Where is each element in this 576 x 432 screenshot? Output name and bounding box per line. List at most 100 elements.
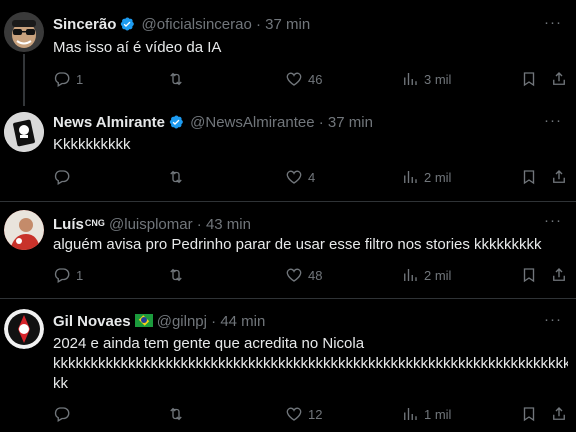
heart-icon [286, 72, 302, 86]
like-button[interactable]: 12 [285, 405, 322, 423]
like-button[interactable]: 46 [285, 70, 322, 88]
views-button[interactable]: 3 mil [401, 70, 451, 88]
views-button[interactable]: 2 mil [401, 266, 451, 284]
author-handle[interactable]: @NewsAlmirantee [190, 114, 314, 131]
retweet-icon [170, 72, 182, 86]
reply-button[interactable]: 1 [53, 70, 83, 88]
heart-icon [286, 170, 302, 184]
tweet-time[interactable]: · 44 min [211, 313, 265, 330]
verified-badge-icon [121, 17, 135, 31]
brazil-flag-icon [134, 314, 153, 327]
avatar-skull-icon [4, 112, 44, 152]
tweet-news-almirante[interactable]: News Almirante @NewsAlmirantee · 37 min … [0, 100, 576, 201]
reply-icon [54, 170, 70, 185]
like-count: 12 [308, 406, 323, 422]
like-count: 46 [308, 71, 323, 87]
views-count: 2 mil [424, 267, 452, 283]
like-button[interactable]: 4 [285, 168, 315, 186]
retweet-icon [170, 407, 182, 421]
tweet-actions: 1 48 2 mil [53, 266, 568, 286]
author-handle[interactable]: @luisplomar [109, 216, 193, 233]
more-options-button[interactable]: ··· [544, 311, 562, 328]
reply-icon [54, 407, 70, 422]
heart-icon [286, 407, 302, 421]
avatar[interactable] [4, 112, 44, 152]
reply-button[interactable]: 1 [53, 266, 83, 284]
retweet-icon [170, 170, 182, 184]
avatar-photo-icon [4, 210, 44, 250]
reply-count: 1 [76, 267, 84, 283]
views-chart-icon [404, 408, 417, 420]
tweet-text: Kkkkkkkkkk [53, 136, 131, 153]
avatar-logo-icon [4, 309, 44, 349]
tweet-text: 2024 e ainda tem gente que acredita no N… [53, 334, 568, 394]
views-count: 3 mil [424, 71, 452, 87]
tweet-time[interactable]: · 37 min [319, 114, 373, 131]
thread-line [23, 54, 25, 106]
author-name[interactable]: Gil Novaes [53, 313, 131, 330]
author-name[interactable]: Luís [53, 216, 84, 233]
bookmark-icon [523, 268, 535, 283]
retweet-icon [170, 268, 182, 282]
author-name[interactable]: News Almirante [53, 114, 165, 131]
avatar[interactable] [4, 309, 44, 349]
retweet-button[interactable] [167, 168, 190, 186]
retweet-button[interactable] [167, 70, 190, 88]
tweet-actions: 12 1 mil [53, 405, 568, 425]
views-chart-icon [404, 73, 417, 85]
share-button[interactable] [550, 266, 568, 284]
tweet-actions: 1 46 3 mil [53, 70, 568, 90]
tweet-header: Gil Novaes @gilnpj · 44 min [53, 312, 265, 332]
more-options-button[interactable]: ··· [544, 212, 562, 229]
tweet-luis[interactable]: LuísCNG @luisplomar · 43 min ··· alguém … [0, 202, 576, 298]
retweet-button[interactable] [167, 266, 190, 284]
more-options-button[interactable]: ··· [544, 14, 562, 31]
retweet-button[interactable] [167, 405, 190, 423]
views-button[interactable]: 1 mil [401, 405, 451, 423]
views-count: 1 mil [424, 406, 452, 422]
tweet-time[interactable]: · 43 min [197, 216, 251, 233]
bookmark-button[interactable] [520, 266, 538, 284]
affiliation-badge: CNG [84, 218, 105, 228]
share-icon [553, 268, 565, 281]
reply-icon [54, 72, 70, 87]
avatar[interactable] [4, 12, 44, 52]
bookmark-icon [523, 72, 535, 87]
bookmark-button[interactable] [520, 405, 538, 423]
heart-icon [286, 268, 302, 282]
share-button[interactable] [550, 70, 568, 88]
tweet-text-line: kk [53, 375, 68, 392]
verified-badge-icon [169, 115, 183, 129]
tweet-text-line: kkkkkkkkkkkkkkkkkkkkkkkkkkkkkkkkkkkkkkkk… [53, 355, 568, 372]
tweet-header: News Almirante @NewsAlmirantee · 37 min [53, 113, 373, 133]
tweet-gil-novaes[interactable]: Gil Novaes @gilnpj · 44 min ··· 2024 e a… [0, 299, 576, 432]
share-button[interactable] [550, 405, 568, 423]
bookmark-icon [523, 407, 535, 422]
reply-button[interactable] [53, 168, 76, 186]
author-handle[interactable]: @oficialsincerao [142, 16, 252, 33]
views-chart-icon [404, 171, 417, 183]
bookmark-button[interactable] [520, 168, 538, 186]
share-icon [553, 72, 565, 85]
tweet-actions: 4 2 mil [53, 168, 568, 188]
author-handle[interactable]: @gilnpj [157, 313, 207, 330]
share-button[interactable] [550, 168, 568, 186]
avatar-sunglasses-icon [4, 12, 44, 52]
share-icon [553, 407, 565, 420]
views-button[interactable]: 2 mil [401, 168, 451, 186]
like-button[interactable]: 48 [285, 266, 322, 284]
tweet-sincerao[interactable]: Sincerão @oficialsincerao · 37 min ··· M… [0, 0, 576, 106]
reply-button[interactable] [53, 405, 76, 423]
more-options-button[interactable]: ··· [544, 112, 562, 129]
like-count: 48 [308, 267, 323, 283]
tweet-text: Mas isso aí é vídeo da IA [53, 39, 222, 56]
reply-count: 1 [76, 71, 84, 87]
share-icon [553, 170, 565, 183]
tweet-text: alguém avisa pro Pedrinho parar de usar … [53, 236, 542, 253]
tweet-header: Sincerão @oficialsincerao · 37 min [53, 15, 310, 35]
bookmark-button[interactable] [520, 70, 538, 88]
tweet-header: LuísCNG @luisplomar · 43 min [53, 213, 251, 235]
author-name[interactable]: Sincerão [53, 16, 116, 33]
tweet-time[interactable]: · 37 min [256, 16, 310, 33]
avatar[interactable] [4, 210, 44, 250]
